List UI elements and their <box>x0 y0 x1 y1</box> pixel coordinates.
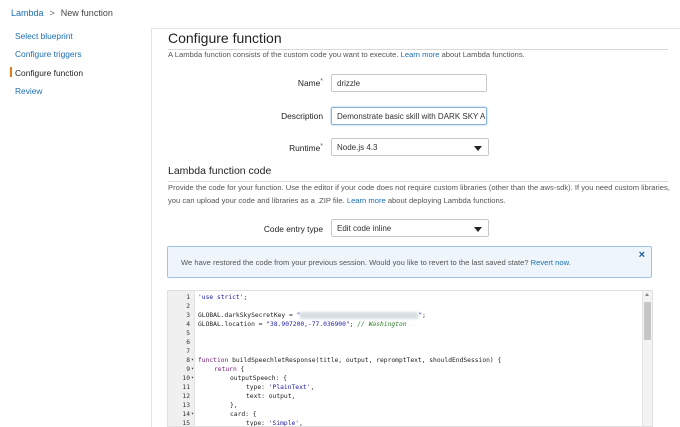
description-input[interactable]: Demonstrate basic skill with DARK SKY AP… <box>331 107 487 125</box>
code-line: return { <box>214 365 244 374</box>
line-number: 10 <box>182 375 190 382</box>
restore-code-alert: We have restored the code from your prev… <box>167 246 652 278</box>
line-number: 13 <box>182 402 190 409</box>
code-line: card: { <box>230 411 257 418</box>
code-line: GLOBAL.location = "38.907200,-77.036900"… <box>198 320 407 329</box>
code-entry-type-select[interactable]: Edit code inline <box>331 219 489 237</box>
alert-message: We have restored the code from your prev… <box>181 258 571 267</box>
runtime-selected-value: Node.js 4.3 <box>337 143 378 152</box>
line-number: 11 <box>182 384 190 391</box>
close-icon[interactable]: × <box>639 249 645 261</box>
line-number: 1 <box>186 294 190 301</box>
breadcrumb-separator: > <box>49 8 55 18</box>
line-number: 9 <box>186 366 190 373</box>
line-number: 14 <box>182 411 190 418</box>
line-number: 15 <box>182 420 190 427</box>
code-keyword: function <box>198 357 229 364</box>
code-line: text: output, <box>246 393 296 400</box>
code-line: GLOBAL.darkSkySecretKey = " "; <box>198 311 426 320</box>
main-content: Configure function A Lambda function con… <box>151 28 680 427</box>
line-number: 2 <box>186 303 190 310</box>
fold-toggle-icon[interactable]: ▾ <box>191 356 195 365</box>
sidebar-item-select-blueprint[interactable]: Select blueprint <box>15 31 73 41</box>
code-token: buildSpeechletResponse(title, output, re… <box>228 357 502 364</box>
configure-description-text: A Lambda function consists of the custom… <box>168 50 399 59</box>
configure-description-suffix: about Lambda functions. <box>441 50 525 59</box>
code-section-description: Provide the code for your function. Use … <box>168 181 673 207</box>
runtime-label-text: Runtime <box>289 143 321 153</box>
editor-vertical-scrollbar[interactable] <box>642 291 652 426</box>
code-token: 'Simple' <box>268 420 300 427</box>
code-keyword: return <box>214 366 237 373</box>
line-number: 5 <box>186 330 190 337</box>
code-token: type: <box>246 420 269 427</box>
code-line: }, <box>230 402 238 409</box>
page-title: Configure function <box>168 30 282 46</box>
runtime-label: Runtime* <box>289 143 323 153</box>
alert-message-text: We have restored the code from your prev… <box>181 258 529 267</box>
active-step-marker <box>10 67 12 77</box>
code-comment: // Washington <box>357 321 407 328</box>
revert-now-link[interactable]: Revert now. <box>531 258 571 267</box>
code-entry-selected-value: Edit code inline <box>337 224 392 233</box>
breadcrumb-lambda-link[interactable]: Lambda <box>11 8 44 18</box>
breadcrumb: Lambda > New function <box>11 8 113 18</box>
breadcrumb-current: New function <box>60 8 113 18</box>
scroll-up-arrow-icon[interactable] <box>645 293 649 296</box>
line-number: 3 <box>186 312 190 319</box>
name-input[interactable]: drizzle <box>331 74 487 92</box>
code-token: ; <box>422 312 426 319</box>
code-token: 'use strict'; <box>198 294 248 301</box>
line-number: 12 <box>182 393 190 400</box>
line-number-gutter: 1 2 3 4 5 6 7 8 9 10 11 12 13 14 15 ▾ ▾ … <box>168 291 195 427</box>
code-token: type: <box>246 384 269 391</box>
fold-toggle-icon[interactable]: ▾ <box>191 374 195 383</box>
code-line: type: 'Simple', <box>246 419 303 427</box>
code-token: { <box>236 366 245 373</box>
code-line: outputSpeech: { <box>230 375 287 382</box>
description-label: Description <box>281 111 323 121</box>
top-bar: Lambda > New function <box>0 0 680 29</box>
runtime-select[interactable]: Node.js 4.3 <box>331 138 489 156</box>
code-entry-type-label: Code entry type <box>263 224 323 234</box>
line-number: 4 <box>186 321 190 328</box>
learn-more-deploying-link[interactable]: Learn more <box>347 196 386 205</box>
fold-toggle-icon[interactable]: ▾ <box>191 365 195 374</box>
line-number: 6 <box>186 339 190 346</box>
wizard-sidebar: Select blueprint Configure triggers Conf… <box>0 28 152 427</box>
code-token: GLOBAL.location = <box>198 321 267 328</box>
sidebar-item-configure-triggers[interactable]: Configure triggers <box>15 49 82 59</box>
code-section-description-suffix: about deploying Lambda functions. <box>387 196 506 205</box>
sidebar-item-configure-function[interactable]: Configure function <box>15 68 83 78</box>
learn-more-lambda-link[interactable]: Learn more <box>401 50 440 59</box>
code-section-title: Lambda function code <box>168 165 272 177</box>
code-line: 'use strict'; <box>198 293 247 302</box>
scrollbar-thumb[interactable] <box>644 302 651 340</box>
redacted-secret-key <box>300 311 419 319</box>
runtime-required-mark: * <box>320 143 323 150</box>
code-token: , <box>299 420 303 427</box>
code-line: type: 'PlainText', <box>246 383 314 392</box>
code-token: "38.907200,-77.036900" <box>266 321 350 328</box>
fold-toggle-icon[interactable]: ▾ <box>191 410 195 419</box>
code-line: function buildSpeechletResponse(title, o… <box>198 356 501 365</box>
sidebar-item-review[interactable]: Review <box>15 86 42 96</box>
chevron-down-icon <box>474 227 482 232</box>
chevron-down-icon <box>474 146 482 151</box>
line-number: 7 <box>186 348 190 355</box>
code-token: , <box>310 384 315 391</box>
line-number: 8 <box>186 357 190 364</box>
code-editor[interactable]: 1 2 3 4 5 6 7 8 9 10 11 12 13 14 15 ▾ ▾ … <box>167 290 653 427</box>
configure-description: A Lambda function consists of the custom… <box>168 48 673 61</box>
code-token: GLOBAL.darkSkySecretKey = <box>198 312 297 319</box>
code-token: 'PlainText' <box>268 384 311 391</box>
name-label-text: Name <box>297 78 321 88</box>
name-label: Name* <box>298 78 323 88</box>
name-required-mark: * <box>320 78 323 85</box>
